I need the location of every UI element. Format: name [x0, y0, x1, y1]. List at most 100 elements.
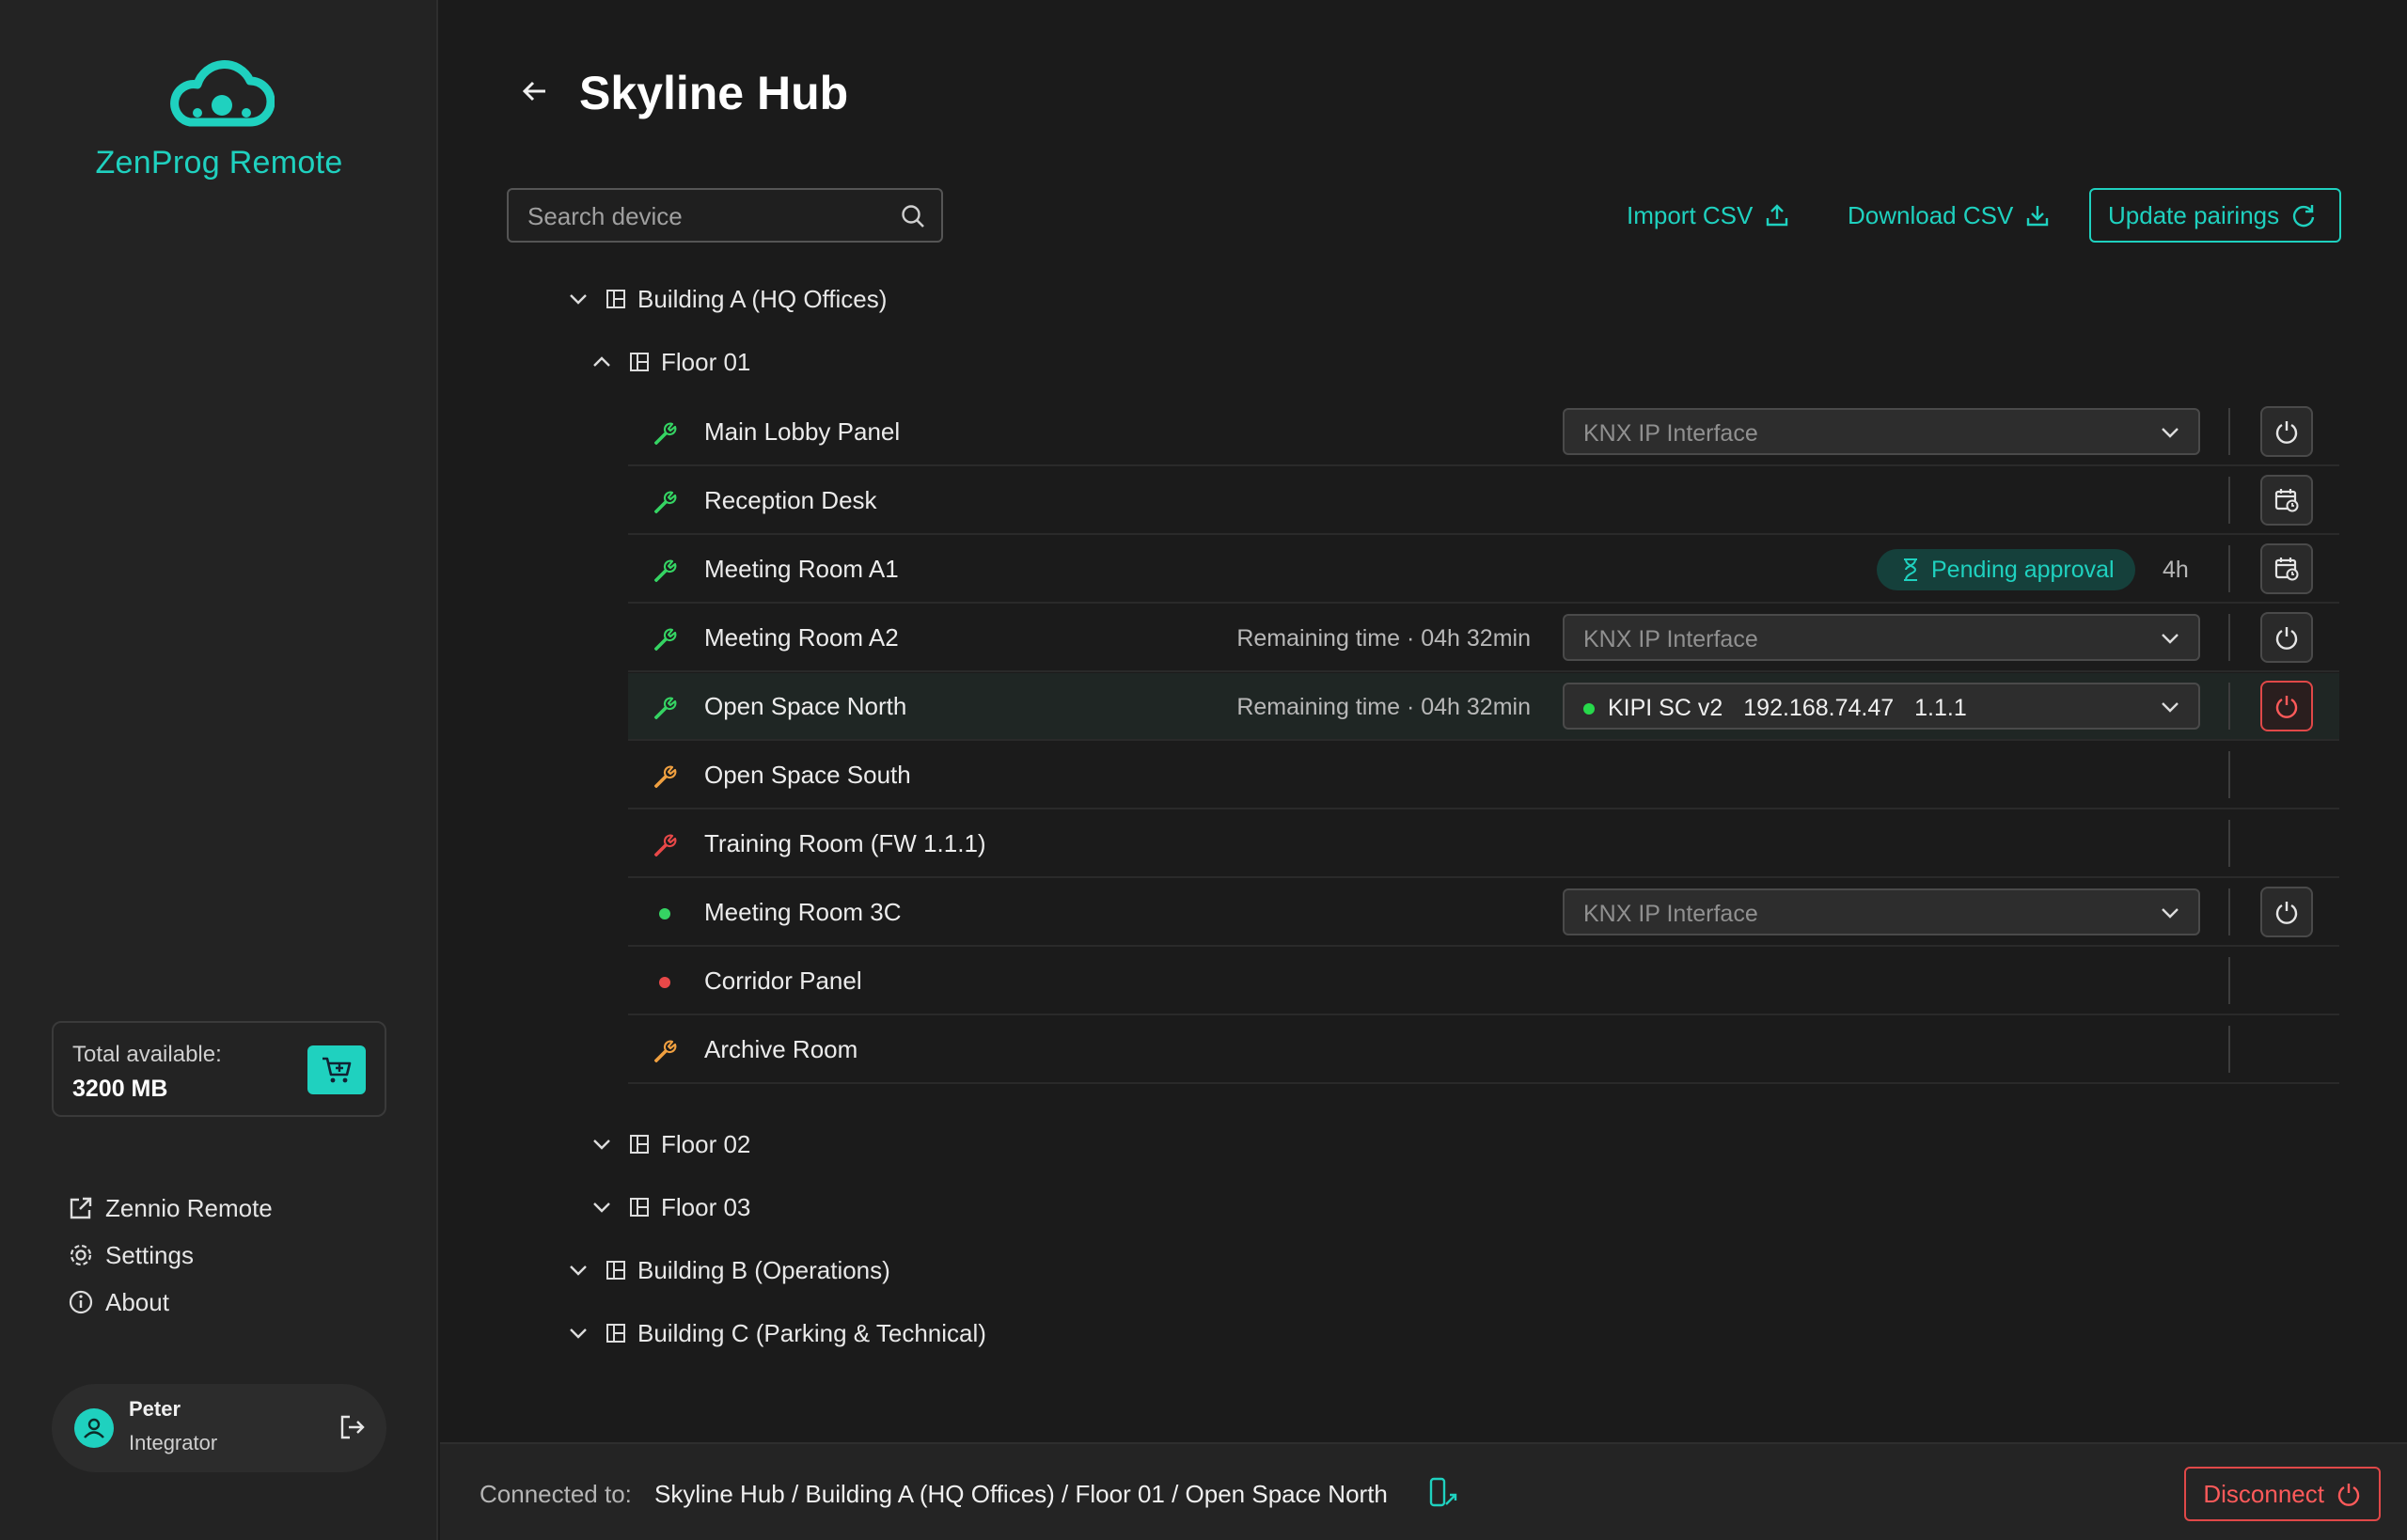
import-csv-label: Import CSV [1627, 200, 1754, 229]
wrench-icon [651, 831, 679, 859]
import-csv-button[interactable]: Import CSV [1627, 188, 1790, 243]
device-row-main-lobby-panel[interactable]: Main Lobby Panel KNX IP Interface [628, 399, 2339, 466]
power-icon [2275, 421, 2298, 444]
interface-select[interactable]: KNX IP Interface [1563, 408, 2200, 455]
sidebar-link-about[interactable]: About [68, 1279, 273, 1326]
status-badge-label: Pending approval [1931, 556, 2115, 583]
chevron-up-icon[interactable] [588, 348, 616, 376]
divider [2228, 1026, 2230, 1073]
wrench-icon [651, 557, 679, 585]
interface-select[interactable]: KNX IP Interface [1563, 888, 2200, 935]
device-row-reception-desk[interactable]: Reception Desk [628, 467, 2339, 535]
device-row-open-space-south[interactable]: Open Space South [628, 742, 2339, 809]
info-icon [69, 1290, 93, 1314]
cart-button[interactable] [307, 1045, 366, 1094]
status-dot-icon [651, 900, 679, 928]
divider [2228, 888, 2230, 935]
interface-select-value: KIPI SC v2 192.168.74.47 1.1.1 [1583, 695, 1967, 722]
divider [2228, 408, 2230, 455]
device-row-meeting-room-3c[interactable]: Meeting Room 3C KNX IP Interface [628, 879, 2339, 947]
cart-icon [323, 1057, 352, 1083]
divider [2228, 683, 2230, 730]
device-row-training-room[interactable]: Training Room (FW 1.1.1) [628, 810, 2339, 878]
hourglass-icon [1904, 558, 1917, 581]
wrench-icon [651, 694, 679, 722]
device-row-archive-room[interactable]: Archive Room [628, 1016, 2339, 1084]
search-input[interactable] [509, 190, 905, 243]
device-connected-icon [1425, 1476, 1459, 1515]
calendar-clock-icon [2274, 489, 2299, 512]
disconnect-button[interactable]: Disconnect [2184, 1467, 2381, 1521]
power-icon [2275, 902, 2298, 924]
building-icon [606, 289, 626, 309]
chevron-down-icon [2162, 634, 2179, 644]
chevron-down-icon[interactable] [564, 1319, 592, 1347]
device-name: Open Space North [704, 692, 907, 720]
device-row-open-space-north[interactable]: Open Space North Remaining time · 04h 32… [628, 673, 2339, 741]
storage-label: Total available: [72, 1042, 222, 1067]
user-icon [84, 1418, 104, 1438]
sidebar-link-label: About [105, 1287, 169, 1316]
storage-value: 3200 MB [72, 1076, 168, 1102]
device-name: Open Space South [704, 761, 911, 789]
connected-label: Connected to: [480, 1480, 632, 1508]
tree-floor-01[interactable]: Floor 01 [588, 343, 750, 381]
logout-button[interactable] [338, 1412, 368, 1447]
back-button[interactable] [519, 75, 551, 112]
search-icon [902, 205, 924, 228]
power-button[interactable] [2260, 887, 2313, 937]
device-name: Meeting Room A2 [704, 623, 899, 652]
status-dot-icon [651, 968, 679, 997]
tree-building-b[interactable]: Building B (Operations) [564, 1251, 890, 1289]
interface-select-value: KNX IP Interface [1583, 901, 1758, 927]
device-row-meeting-room-a1[interactable]: Meeting Room A1 Pending approval 4h [628, 536, 2339, 604]
device-row-corridor-panel[interactable]: Corridor Panel [628, 948, 2339, 1015]
download-csv-button[interactable]: Download CSV [1848, 188, 2051, 243]
hours-label: 4h [2163, 557, 2189, 583]
remaining-time: Remaining time · 04h 32min [1236, 694, 1531, 720]
wrench-icon [651, 625, 679, 653]
disconnect-label: Disconnect [2203, 1479, 2324, 1508]
divider [2228, 751, 2230, 798]
tree-building-c[interactable]: Building C (Parking & Technical) [564, 1314, 986, 1352]
device-row-meeting-room-a2[interactable]: Meeting Room A2 Remaining time · 04h 32m… [628, 605, 2339, 672]
power-button[interactable] [2260, 406, 2313, 457]
power-button-active[interactable] [2260, 681, 2313, 731]
gear-icon [70, 1244, 92, 1266]
tree-floor-03[interactable]: Floor 03 [588, 1188, 750, 1226]
device-name: Corridor Panel [704, 966, 862, 995]
arrow-left-icon [522, 81, 545, 102]
sidebar-link-zennio-remote[interactable]: Zennio Remote [68, 1185, 273, 1232]
search-box[interactable] [507, 188, 943, 243]
update-pairings-button[interactable]: Update pairings [2089, 188, 2341, 243]
update-pairings-label: Update pairings [2108, 200, 2280, 229]
avatar [74, 1408, 114, 1448]
interface-select[interactable]: KIPI SC v2 192.168.74.47 1.1.1 [1563, 683, 2200, 730]
sidebar-link-label: Settings [105, 1240, 194, 1269]
floor-icon [629, 1197, 650, 1218]
sidebar-link-label: Zennio Remote [105, 1193, 273, 1222]
chevron-down-icon[interactable] [588, 1193, 616, 1221]
building-icon [606, 1323, 626, 1344]
power-icon [2337, 1484, 2360, 1506]
tree-floor-02[interactable]: Floor 02 [588, 1125, 750, 1163]
tree-label: Building C (Parking & Technical) [637, 1318, 986, 1347]
interface-address: 1.1.1 [1914, 695, 1967, 721]
chevron-down-icon [2162, 908, 2179, 919]
chevron-down-icon[interactable] [564, 285, 592, 313]
tree-label: Floor 03 [661, 1192, 751, 1221]
wrench-icon [651, 1037, 679, 1065]
device-name: Archive Room [704, 1035, 858, 1063]
interface-select[interactable]: KNX IP Interface [1563, 614, 2200, 661]
sidebar-links: Zennio Remote Settings About [68, 1185, 273, 1326]
tree-label: Building A (HQ Offices) [637, 284, 888, 313]
schedule-button[interactable] [2260, 475, 2313, 526]
remaining-time: Remaining time · 04h 32min [1236, 625, 1531, 652]
schedule-button[interactable] [2260, 543, 2313, 594]
power-icon [2275, 627, 2298, 650]
power-button[interactable] [2260, 612, 2313, 663]
tree-building-a[interactable]: Building A (HQ Offices) [564, 280, 887, 318]
sidebar-link-settings[interactable]: Settings [68, 1232, 273, 1279]
chevron-down-icon[interactable] [564, 1256, 592, 1284]
chevron-down-icon[interactable] [588, 1130, 616, 1158]
